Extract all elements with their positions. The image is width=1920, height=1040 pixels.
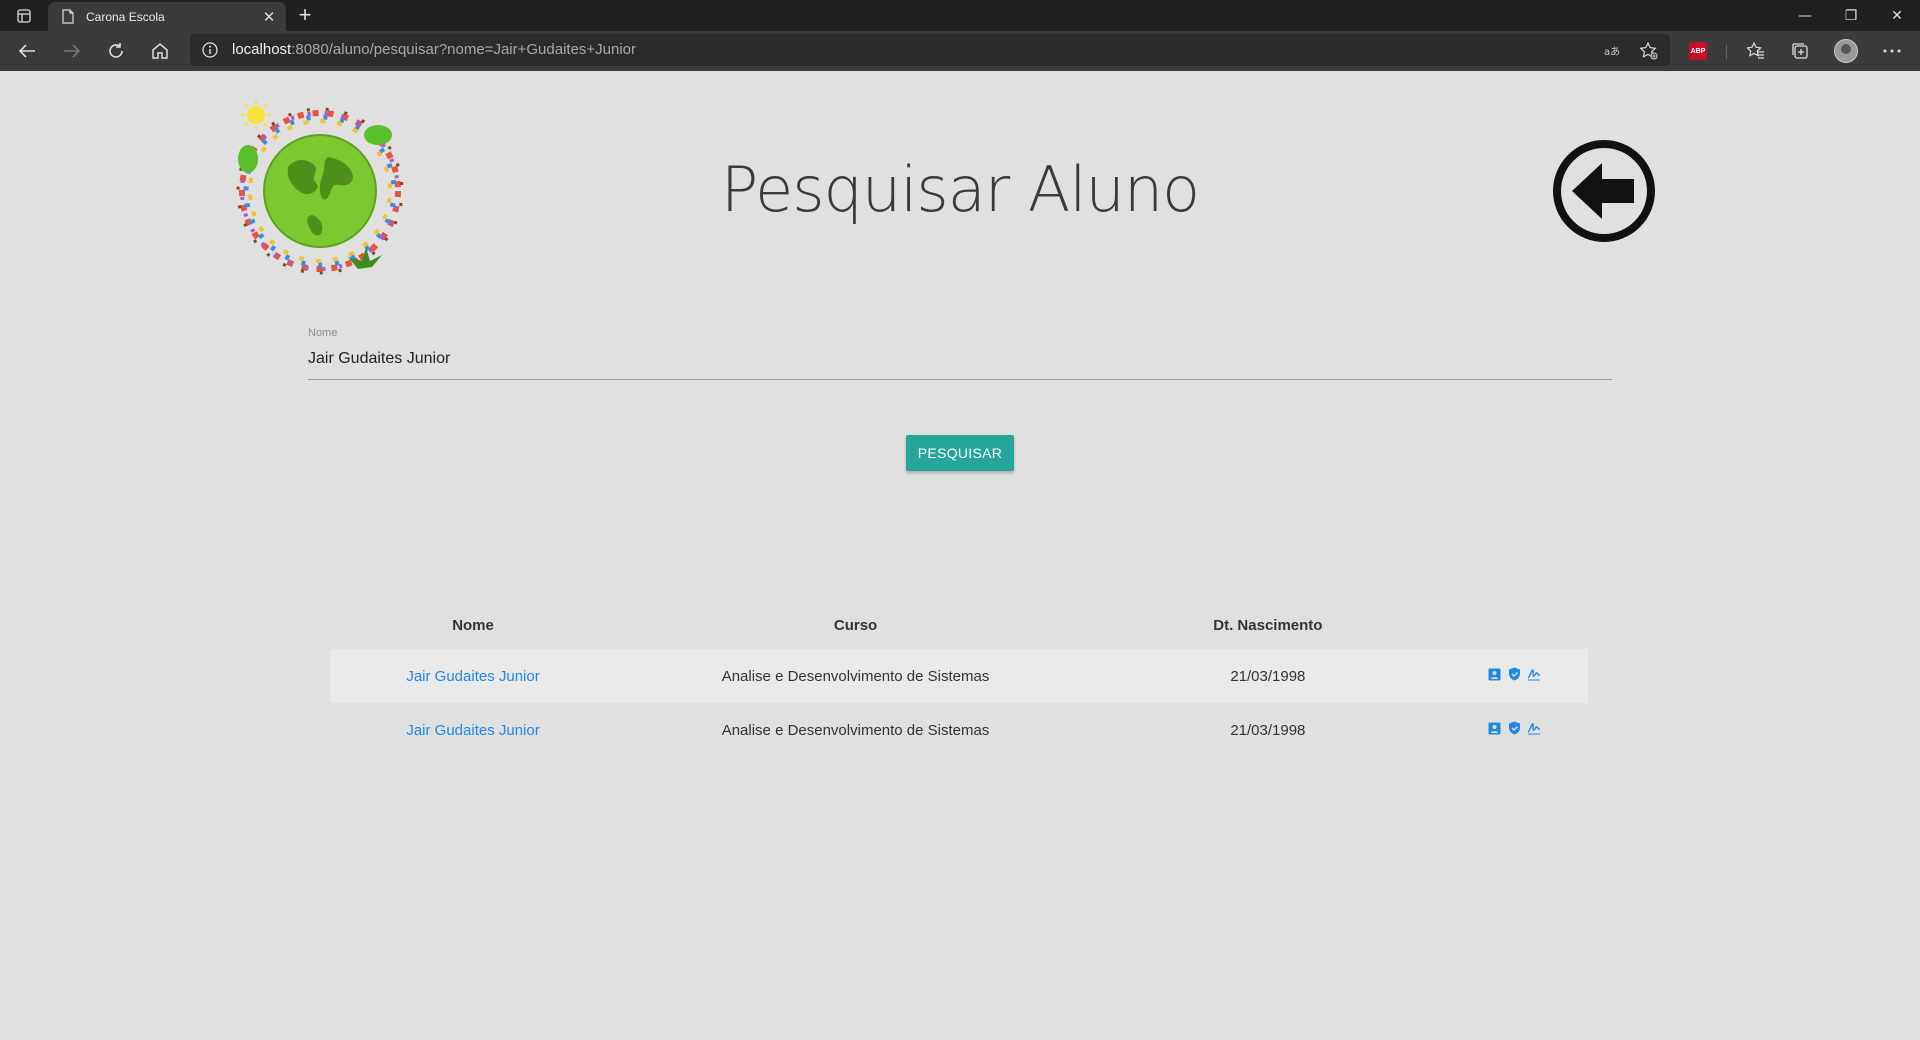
collections-icon[interactable] — [1786, 37, 1814, 65]
cell-nascimento: 21/03/1998 — [1094, 649, 1441, 703]
address-bar[interactable]: localhost:8080/aluno/pesquisar?nome=Jair… — [190, 34, 1670, 66]
browser-tab[interactable]: Carona Escola ✕ — [48, 2, 286, 31]
column-header-nome: Nome — [452, 616, 494, 634]
earth-children-logo — [236, 100, 404, 275]
row-actions — [1487, 667, 1541, 681]
page-content: Pesquisar Aluno Nome PESQUISAR Nome Curs… — [0, 71, 1920, 1040]
translate-icon[interactable]: aあ — [1604, 42, 1622, 60]
favorites-icon[interactable] — [1742, 37, 1770, 65]
name-field-label: Nome — [308, 327, 338, 339]
adblock-label: ABP — [1689, 42, 1707, 60]
page-icon — [60, 9, 76, 25]
add-favorite-icon[interactable] — [1640, 42, 1658, 60]
student-name-link[interactable]: Jair Gudaites Junior — [406, 668, 539, 685]
window-controls: — ❐ ✕ — [1782, 0, 1920, 31]
tab-title: Carona Escola — [86, 9, 165, 24]
signature-icon[interactable] — [1527, 667, 1541, 681]
back-arrow-icon[interactable] — [1552, 139, 1656, 243]
cell-nascimento: 21/03/1998 — [1230, 721, 1306, 739]
more-options-icon[interactable] — [1878, 37, 1906, 65]
tab-close-icon[interactable]: ✕ — [256, 4, 282, 30]
browser-toolbar: localhost:8080/aluno/pesquisar?nome=Jair… — [0, 31, 1920, 71]
browser-tab-bar: Carona Escola ✕ + — ❐ ✕ — [0, 0, 1920, 31]
contact-card-icon[interactable] — [1487, 667, 1501, 681]
table-row: Jair Gudaites Junior Analise e Desenvolv… — [330, 649, 1588, 703]
close-window-button[interactable]: ✕ — [1874, 0, 1920, 31]
avatar — [1834, 39, 1858, 63]
home-button[interactable] — [146, 37, 174, 65]
column-header-curso: Curso — [833, 616, 878, 634]
adblock-plus-icon[interactable]: ABP — [1684, 37, 1712, 65]
restore-button[interactable]: ❐ — [1828, 0, 1874, 31]
cell-actions — [1441, 703, 1588, 757]
table-row: Jair Gudaites Junior Analise e Desenvolv… — [330, 703, 1588, 757]
forward-nav-button[interactable] — [58, 37, 86, 65]
minimize-button[interactable]: — — [1782, 0, 1828, 31]
page-title: Pesquisar Aluno — [720, 153, 1200, 226]
new-tab-button[interactable]: + — [292, 4, 318, 28]
shield-check-icon[interactable] — [1507, 667, 1521, 681]
svg-text:aあ: aあ — [1604, 46, 1620, 58]
profile-avatar[interactable] — [1832, 37, 1860, 65]
student-name-link[interactable]: Jair Gudaites Junior — [406, 722, 539, 739]
url-text: localhost:8080/aluno/pesquisar?nome=Jair… — [232, 41, 636, 58]
shield-check-icon[interactable] — [1507, 721, 1521, 735]
column-header-actions — [1441, 601, 1588, 649]
reload-button[interactable] — [102, 37, 130, 65]
search-button[interactable]: PESQUISAR — [906, 435, 1014, 471]
table-header-row: Nome Curso Dt. Nascimento — [330, 601, 1588, 649]
back-nav-button[interactable] — [13, 37, 41, 65]
row-actions — [1487, 721, 1541, 735]
cell-actions — [1440, 649, 1588, 703]
name-input[interactable] — [308, 346, 1612, 380]
cell-curso: Analise e Desenvolvimento de Sistemas — [616, 649, 1095, 703]
toolbar-divider — [1726, 45, 1727, 59]
cell-curso: Analise e Desenvolvimento de Sistemas — [721, 721, 990, 739]
tab-actions-icon[interactable] — [12, 6, 36, 26]
url-path: :8080/aluno/pesquisar?nome=Jair+Gudaites… — [291, 41, 637, 58]
url-host: localhost — [232, 41, 292, 58]
cell-nome: Jair Gudaites Junior — [330, 649, 617, 703]
column-header-nascimento: Dt. Nascimento — [1213, 616, 1323, 634]
signature-icon[interactable] — [1527, 721, 1541, 735]
cell-nome: Jair Gudaites Junior — [330, 703, 616, 757]
results-table: Nome Curso Dt. Nascimento Jair Gudaites … — [330, 601, 1588, 757]
contact-card-icon[interactable] — [1487, 721, 1501, 735]
name-search-field: Nome — [308, 321, 1612, 380]
site-info-icon[interactable] — [202, 42, 218, 58]
